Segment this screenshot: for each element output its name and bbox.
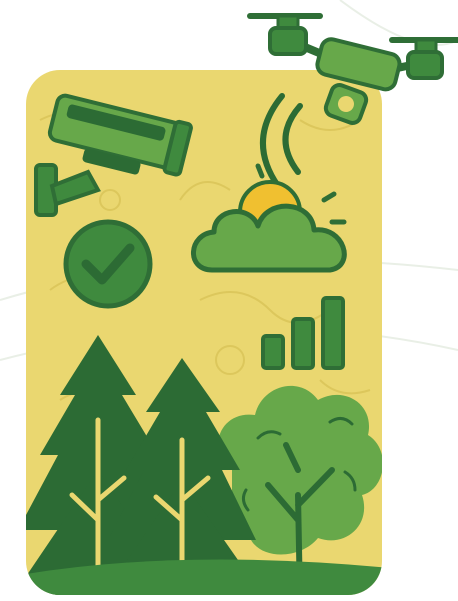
checkmark-circle-icon (63, 219, 153, 309)
bar-chart-bar (291, 317, 315, 370)
illustration (0, 0, 458, 601)
illustration-canvas (0, 0, 458, 595)
bar-chart-bar (321, 296, 345, 370)
bar-chart-bar (261, 334, 285, 370)
